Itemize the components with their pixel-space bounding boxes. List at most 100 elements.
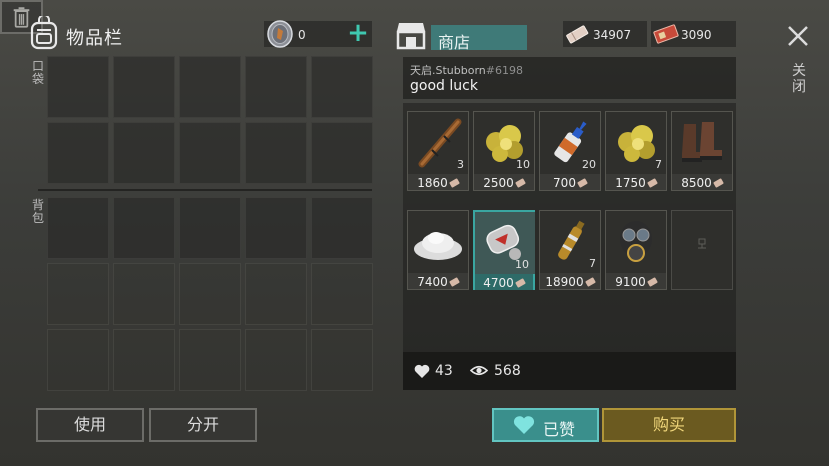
ticket-icon <box>566 25 589 44</box>
backpack-slot-locked <box>245 263 307 325</box>
pocket-slot[interactable] <box>179 56 241 118</box>
coin-icon <box>267 20 293 48</box>
ticket-icon <box>514 178 526 188</box>
views-count: 568 <box>494 363 521 379</box>
item-price-value: 2500 <box>483 176 514 190</box>
item-price-value: 1860 <box>417 176 448 190</box>
seller-id: #6198 <box>485 64 523 77</box>
backpack-slot-locked <box>245 329 307 391</box>
backpack-slot[interactable] <box>311 197 373 259</box>
shop-item-selected[interactable]: 10 4700 <box>473 210 535 290</box>
backpack-slot[interactable] <box>113 197 175 259</box>
pocket-label: 口袋 <box>31 59 44 86</box>
shop-item-empty <box>671 210 733 290</box>
pocket-slot[interactable] <box>245 122 307 184</box>
pocket-slot[interactable] <box>179 122 241 184</box>
item-price: 700 <box>540 176 600 190</box>
item-price: 1860 <box>408 176 468 190</box>
item-price-value: 1750 <box>615 176 646 190</box>
section-divider <box>38 189 372 191</box>
backpack-slot[interactable] <box>245 197 307 259</box>
shop-stats-bar <box>403 352 736 390</box>
shop-item[interactable]: 9100 <box>605 210 667 290</box>
ticket-icon <box>448 178 460 188</box>
voucher-icon <box>653 24 679 44</box>
pocket-slot[interactable] <box>113 56 175 118</box>
ticket-icon <box>712 178 724 188</box>
backpack-slot-locked <box>113 329 175 391</box>
ticket-icon <box>514 278 526 288</box>
item-price: 18900 <box>540 275 600 289</box>
inventory-title: 物品栏 <box>66 28 123 49</box>
pocket-slot[interactable] <box>311 122 373 184</box>
item-price-value: 4700 <box>483 276 514 290</box>
item-price: 1750 <box>606 176 666 190</box>
backpack-slot-locked <box>47 329 109 391</box>
boots-icon <box>682 122 722 162</box>
voucher-count: 3090 <box>681 28 712 42</box>
item-price-value: 8500 <box>681 176 712 190</box>
seller-username: 天启.Stubborn <box>410 64 486 77</box>
shop-title: 商店 <box>438 33 471 52</box>
backpack-slot[interactable] <box>179 197 241 259</box>
buy-button[interactable]: 购买 <box>602 408 736 442</box>
backpack-label: 背包 <box>31 198 44 225</box>
pocket-slot[interactable] <box>245 56 307 118</box>
item-price: 4700 <box>475 276 533 290</box>
shop-item[interactable]: 10 2500 <box>473 111 535 191</box>
item-price-value: 700 <box>553 176 576 190</box>
empty-slot-icon <box>698 238 706 249</box>
backpack-slot-locked <box>113 263 175 325</box>
shop-item[interactable]: 8500 <box>671 111 733 191</box>
item-price-value: 18900 <box>545 275 584 289</box>
backpack-slot-locked <box>311 329 373 391</box>
ticket-icon <box>584 277 596 287</box>
likes-count: 43 <box>435 363 453 379</box>
liked-label: 已赞 <box>543 420 576 439</box>
item-price: 9100 <box>606 275 666 289</box>
item-price-value: 7400 <box>417 275 448 289</box>
item-quantity: 10 <box>515 258 529 271</box>
add-coins-button[interactable]: + <box>346 20 370 47</box>
seller-message: good luck <box>410 78 478 94</box>
item-quantity: 7 <box>589 257 596 270</box>
backpack-slot[interactable] <box>47 197 109 259</box>
ticket-icon <box>577 178 588 188</box>
item-quantity: 7 <box>655 158 662 171</box>
pocket-slot[interactable] <box>311 56 373 118</box>
shop-item[interactable]: 7 18900 <box>539 210 601 290</box>
ticket-icon <box>448 277 460 287</box>
shop-item[interactable]: 20 700 <box>539 111 601 191</box>
backpack-icon <box>30 16 58 50</box>
close-label[interactable]: 关闭 <box>791 63 807 95</box>
item-price: 8500 <box>672 176 732 190</box>
item-quantity: 10 <box>516 158 530 171</box>
ticket-count: 34907 <box>593 28 632 42</box>
heart-icon <box>513 416 535 434</box>
item-price: 7400 <box>408 275 468 289</box>
shop-item[interactable]: 7400 <box>407 210 469 290</box>
coin-count: 0 <box>298 28 306 42</box>
item-price-value: 9100 <box>615 275 646 289</box>
eye-icon <box>470 365 488 376</box>
backpack-slot-locked <box>179 263 241 325</box>
item-quantity: 3 <box>457 158 464 171</box>
backpack-slot-locked <box>47 263 109 325</box>
shop-item[interactable]: 3 1860 <box>407 111 469 191</box>
item-price: 2500 <box>474 176 534 190</box>
split-button[interactable]: 分开 <box>149 408 257 442</box>
close-icon[interactable] <box>786 24 810 48</box>
heart-icon <box>414 364 430 378</box>
pocket-slot[interactable] <box>47 122 109 184</box>
pocket-slot[interactable] <box>47 56 109 118</box>
gas-mask-icon <box>620 221 652 262</box>
backpack-slot-locked <box>311 263 373 325</box>
shop-icon <box>396 23 426 50</box>
salt-pile-icon <box>414 232 462 260</box>
backpack-slot-locked <box>179 329 241 391</box>
pocket-slot[interactable] <box>113 122 175 184</box>
shop-item[interactable]: 7 1750 <box>605 111 667 191</box>
seller-name: 天启.Stubborn#6198 <box>410 62 523 78</box>
ticket-icon <box>646 277 658 287</box>
use-button[interactable]: 使用 <box>36 408 144 442</box>
